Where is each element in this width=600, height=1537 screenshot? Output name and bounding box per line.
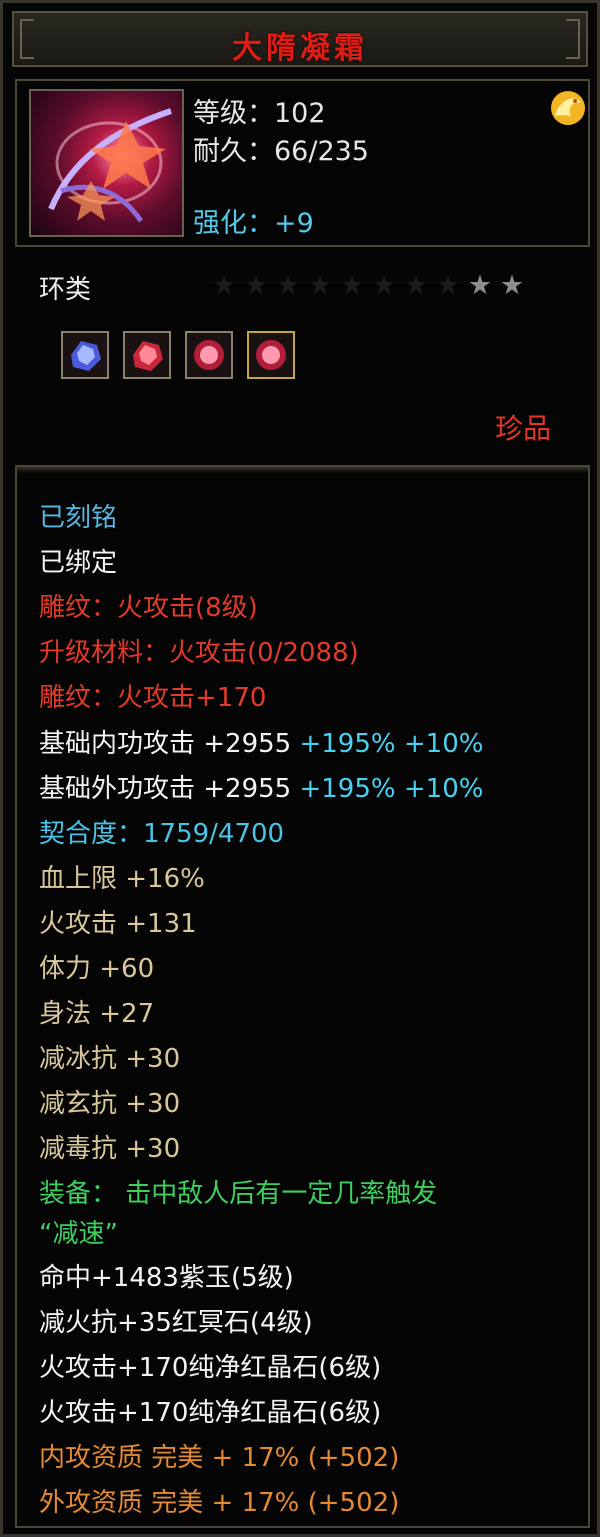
quality-line: 内攻资质 完美 + 17% (+502): [39, 1443, 400, 1473]
attr-row: 减玄抗 +30: [39, 1089, 181, 1119]
inner-attack-row: 基础内功攻击 +2955 +195% +10%: [39, 723, 483, 760]
bound-status: 已绑定: [39, 548, 118, 578]
gem-line: 火攻击+170纯净红晶石(6级): [39, 1353, 382, 1383]
star-icon: ★: [499, 270, 525, 301]
equip-effect-name: “减速”: [39, 1219, 118, 1249]
fit-degree: 契合度：1759/4700: [39, 819, 285, 849]
level-label: 等级: [193, 98, 247, 129]
star-rating: ★ ★ ★ ★ ★ ★ ★ ★ ★ ★: [208, 271, 528, 301]
attr-row: 血上限 +16%: [39, 864, 205, 894]
red-gem-icon[interactable]: [123, 331, 171, 379]
inner-attack-bonus: +195%: [299, 729, 396, 759]
star-icon: ★: [403, 270, 429, 301]
attr-row: 减冰抗 +30: [39, 1044, 181, 1074]
enhance-separator: ：: [247, 208, 274, 239]
inner-attack-bonus-2: +10%: [403, 729, 484, 759]
star-icon: ★: [467, 270, 493, 301]
outer-attack-row: 基础外功攻击 +2955 +195% +10%: [39, 768, 483, 805]
attr-row: 火攻击 +131: [39, 909, 197, 939]
gem-line: 减火抗+35红冥石(4级): [39, 1308, 313, 1338]
star-icon: ★: [243, 270, 269, 301]
carving-level: 雕纹：火攻击(8级): [39, 593, 258, 623]
item-tooltip: 大隋凝霜 等级：102 耐久：66/235 强化：+9 环类 ★ ★ ★ ★ ★…: [0, 0, 600, 1537]
item-header: 等级：102 耐久：66/235 强化：+9: [15, 79, 590, 247]
equip-effect: 装备： 击中敌人后有一定几率触发: [39, 1179, 438, 1209]
gem-line: 火攻击+170纯净红晶石(6级): [39, 1398, 382, 1428]
durability-label: 耐久: [193, 136, 247, 167]
dragon-emblem-icon: [551, 91, 585, 125]
durability-row: 耐久：66/235: [193, 129, 369, 168]
star-icon: ★: [339, 270, 365, 301]
red-gem-icon[interactable]: [185, 331, 233, 379]
enhance-value: +9: [274, 208, 314, 239]
item-name: 大隋凝霜: [232, 31, 368, 66]
star-icon: ★: [435, 270, 461, 301]
attr-row: 身法 +27: [39, 999, 155, 1029]
star-icon: ★: [307, 270, 333, 301]
durability-value: 66/235: [274, 136, 369, 167]
outer-attack-bonus-2: +10%: [403, 774, 484, 804]
engraved-status: 已刻铭: [39, 503, 118, 533]
attr-row: 体力 +60: [39, 954, 155, 984]
upgrade-material: 升级材料：火攻击(0/2088): [39, 638, 359, 668]
gem-line: 命中+1483紫玉(5级): [39, 1263, 294, 1293]
red-gem-icon[interactable]: [247, 331, 295, 379]
enhance-label: 强化: [193, 208, 247, 239]
item-type: 环类: [39, 275, 92, 305]
durability-separator: ：: [247, 136, 274, 167]
title-bar: 大隋凝霜: [12, 11, 588, 67]
outer-attack-label: 基础外功攻击 +2955: [39, 774, 292, 804]
stats-panel: 已刻铭 已绑定 雕纹：火攻击(8级) 升级材料：火攻击(0/2088) 雕纹：火…: [15, 465, 590, 1528]
attr-row: 减毒抗 +30: [39, 1134, 181, 1164]
level-row: 等级：102: [193, 91, 326, 130]
item-thumbnail: [29, 89, 184, 237]
rarity-label: 珍品: [495, 412, 552, 445]
level-separator: ：: [247, 98, 274, 129]
quality-line: 外攻资质 完美 + 17% (+502): [39, 1488, 400, 1518]
star-icon: ★: [275, 270, 301, 301]
purple-gem-icon[interactable]: [61, 331, 109, 379]
enhance-row: 强化：+9: [193, 201, 314, 240]
carving-bonus: 雕纹：火攻击+170: [39, 683, 267, 713]
inner-attack-label: 基础内功攻击 +2955: [39, 729, 292, 759]
level-value: 102: [274, 98, 326, 129]
outer-attack-bonus: +195%: [299, 774, 396, 804]
ring-icon: [48, 108, 172, 223]
star-icon: ★: [371, 270, 397, 301]
star-icon: ★: [211, 270, 237, 301]
